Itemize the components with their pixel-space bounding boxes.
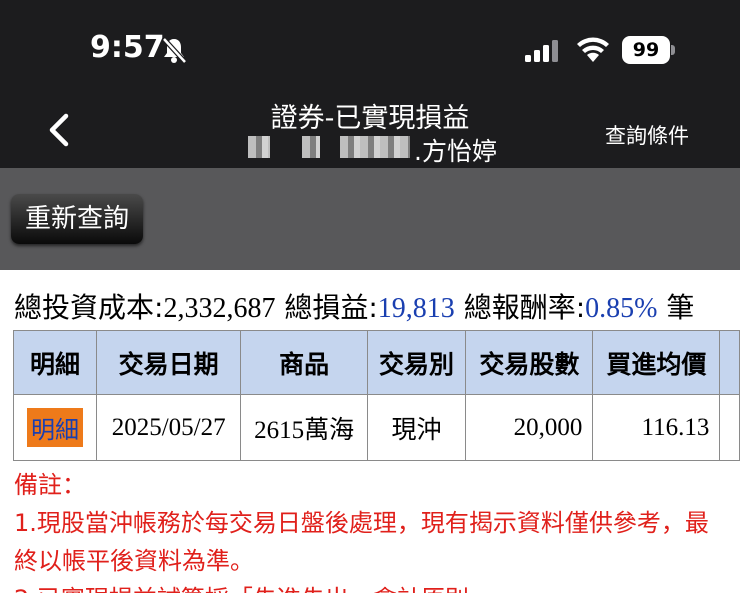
column-header: 明細 <box>13 330 97 395</box>
notes-title: 備註： <box>14 471 86 499</box>
truncated-text: 筆 <box>666 291 695 324</box>
clock: 9:57 <box>90 30 165 65</box>
wifi-icon <box>577 37 609 62</box>
table-row: 明細 2025/05/27 2615萬海 現沖 20,000 116.13 <box>13 394 740 461</box>
status-bar: 9:57 99 <box>0 0 740 90</box>
nav-header: 證券-已實現損益 .方怡婷 查詢條件 <box>0 90 740 168</box>
avg-buy-price: 116.13 <box>592 394 721 461</box>
account-name: .方怡婷 <box>414 137 497 166</box>
detail-cell: 明細 <box>13 394 97 461</box>
column-header: 商品 <box>240 330 368 395</box>
query-conditions-button[interactable]: 查詢條件 <box>605 120 689 150</box>
total-pnl-label: 總損益: <box>284 291 378 324</box>
battery-level: 99 <box>632 39 660 61</box>
column-header: 交易日期 <box>95 330 242 395</box>
redacted-mask <box>302 136 320 158</box>
note-line-1: 1.現股當沖帳務於每交易日盤後處理，現有揭示資料僅供參考，最終以帳平後資料為準。 <box>14 509 709 575</box>
requery-button[interactable]: 重新查詢 <box>11 194 143 244</box>
total-cost-label: 總投資成本: <box>14 291 164 324</box>
table-header-row: 明細 交易日期 商品 交易別 交易股數 買進均價 <box>13 330 740 395</box>
signal-icon <box>525 40 558 62</box>
column-header: 買進均價 <box>592 330 721 395</box>
column-header <box>719 330 740 395</box>
product-link[interactable]: 2615萬海 <box>240 394 368 461</box>
page-title: 證券-已實現損益 <box>270 103 470 134</box>
trade-type: 現沖 <box>366 394 467 461</box>
column-header: 交易股數 <box>465 330 594 395</box>
bell-slash-icon <box>162 37 187 64</box>
trade-table: 明細 交易日期 商品 交易別 交易股數 買進均價 明細 2025/05/27 2… <box>13 330 740 461</box>
notes-section: 備註： 1.現股當沖帳務於每交易日盤後處理，現有揭示資料僅供參考，最終以帳平後資… <box>14 466 724 593</box>
redacted-mask <box>340 136 410 158</box>
total-return-value: 0.85% <box>585 293 658 324</box>
battery-icon: 99 <box>622 36 675 64</box>
toolbar: 重新查詢 <box>0 168 740 270</box>
note-line-2: 2.已實現損益試算採「先進先出」會計原則 <box>14 580 724 593</box>
total-pnl-value: 19,813 <box>377 293 455 324</box>
back-chevron-icon[interactable] <box>40 110 80 150</box>
total-return-label: 總報酬率: <box>463 291 586 324</box>
detail-button[interactable]: 明細 <box>26 408 83 447</box>
redacted-mask <box>248 136 270 158</box>
account-line: .方怡婷 <box>240 132 540 166</box>
trade-shares: 20,000 <box>465 394 594 461</box>
trade-date: 2025/05/27 <box>95 394 242 461</box>
column-header: 交易別 <box>366 330 467 395</box>
total-cost-value: 2,332,687 <box>163 293 276 324</box>
overflow-cell <box>719 394 740 461</box>
summary-line: 總投資成本:2,332,687 總損益:19,813 總報酬率:0.85% 筆 <box>14 286 694 326</box>
